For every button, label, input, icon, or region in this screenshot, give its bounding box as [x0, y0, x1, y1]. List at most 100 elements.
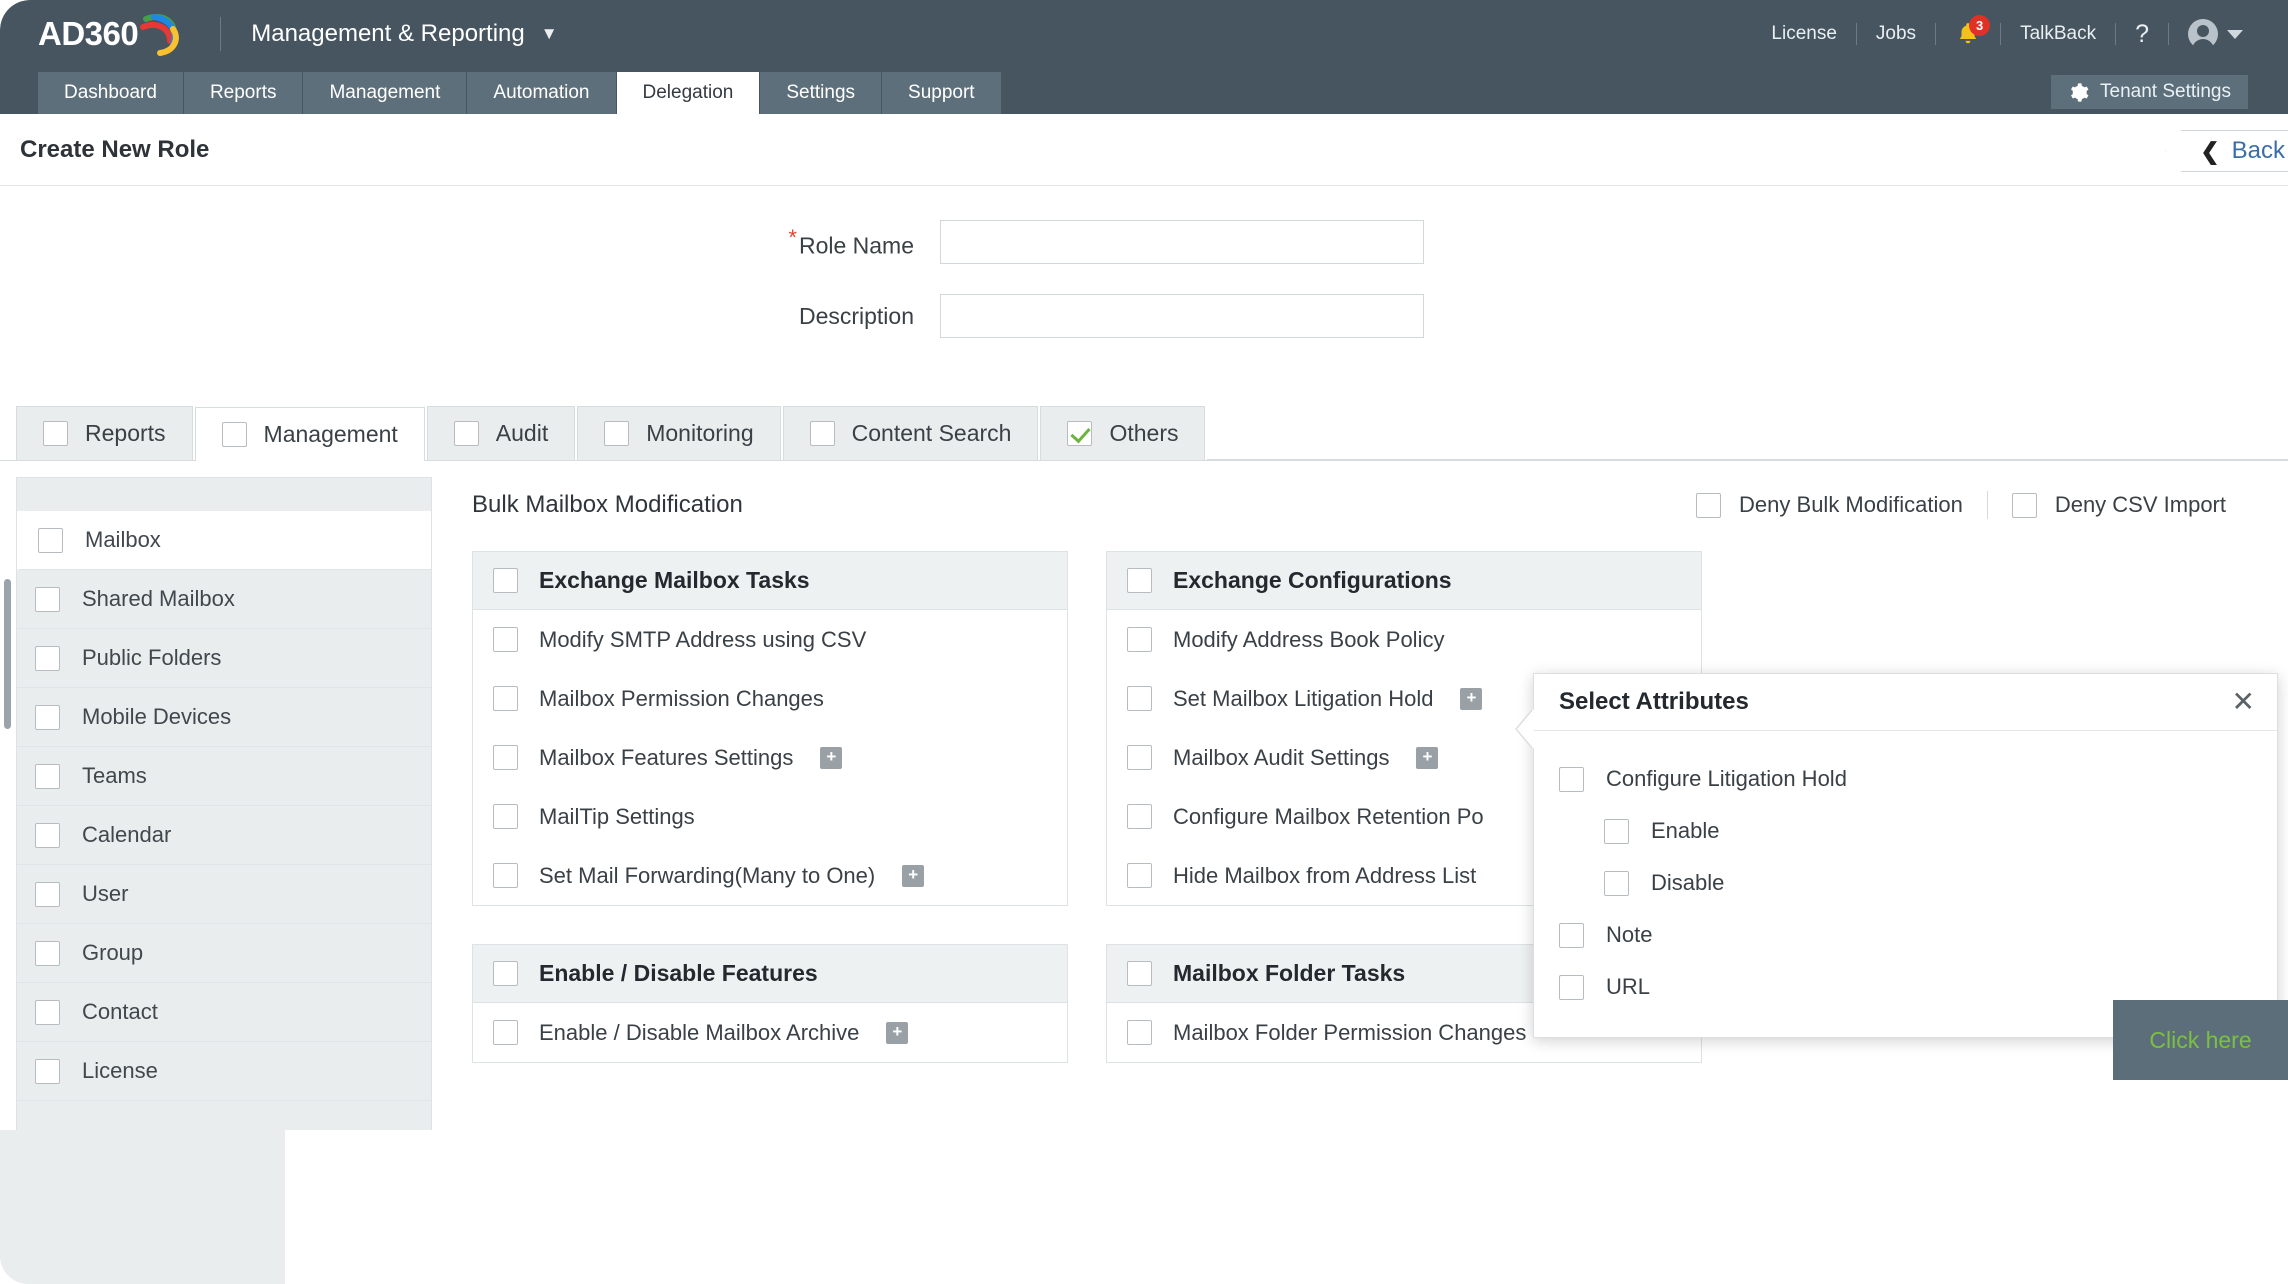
permission-checkbox[interactable]	[493, 804, 518, 829]
nav-tab-support[interactable]: Support	[882, 72, 1002, 114]
permission-checkbox[interactable]	[493, 627, 518, 652]
deny-csv-import-checkbox[interactable]	[2012, 493, 2037, 518]
nav-tab-delegation[interactable]: Delegation	[617, 72, 761, 114]
sidebar-item-partial[interactable]	[17, 1101, 431, 1130]
license-link[interactable]: License	[1752, 23, 1856, 45]
sidebar-item-calendar-checkbox[interactable]	[35, 823, 60, 848]
card-header[interactable]: Exchange Configurations	[1107, 552, 1701, 610]
sidebar-item-mailbox-checkbox[interactable]	[38, 528, 63, 553]
popup-row-enable[interactable]: Enable	[1534, 805, 2277, 857]
permission-row[interactable]: MailTip Settings	[473, 787, 1067, 846]
permission-checkbox[interactable]	[1127, 745, 1152, 770]
card-header[interactable]: Enable / Disable Features	[473, 945, 1067, 1003]
permission-checkbox[interactable]	[1127, 1020, 1152, 1045]
permission-checkbox[interactable]	[493, 863, 518, 888]
card-enable-disable-features-checkbox[interactable]	[493, 961, 518, 986]
attribute-checkbox[interactable]	[1559, 975, 1584, 1000]
permission-checkbox[interactable]	[493, 1020, 518, 1045]
role-name-input[interactable]	[940, 220, 1424, 264]
sidebar-item-shared-mailbox[interactable]: Shared Mailbox	[17, 570, 431, 629]
sidebar-item-mobile-devices[interactable]: Mobile Devices	[17, 688, 431, 747]
sidebar-item-mailbox[interactable]: Mailbox	[17, 511, 431, 570]
talkback-link[interactable]: TalkBack	[2001, 23, 2115, 45]
permission-row[interactable]: Mailbox Features Settings +	[473, 728, 1067, 787]
tab-management[interactable]: Management	[195, 407, 425, 461]
permission-checkbox[interactable]	[1127, 686, 1152, 711]
sidebar-item-license[interactable]: License	[17, 1042, 431, 1101]
description-input[interactable]	[940, 294, 1424, 338]
tab-others-checkbox[interactable]	[1067, 421, 1092, 446]
permission-checkbox[interactable]	[493, 686, 518, 711]
deny-bulk-modification[interactable]: Deny Bulk Modification	[1672, 492, 1987, 518]
attribute-checkbox[interactable]	[1559, 767, 1584, 792]
sidebar-item-teams-checkbox[interactable]	[35, 764, 60, 789]
card-exchange-configurations-checkbox[interactable]	[1127, 568, 1152, 593]
tab-management-checkbox[interactable]	[222, 422, 247, 447]
sidebar-item-calendar[interactable]: Calendar	[17, 806, 431, 865]
tab-content-search-checkbox[interactable]	[810, 421, 835, 446]
sidebar-item-group-checkbox[interactable]	[35, 941, 60, 966]
attribute-checkbox[interactable]	[1604, 871, 1629, 896]
sidebar-item-contact[interactable]: Contact	[17, 983, 431, 1042]
deny-csv-import[interactable]: Deny CSV Import	[1988, 492, 2250, 518]
tab-audit-checkbox[interactable]	[454, 421, 479, 446]
attribute-checkbox[interactable]	[1604, 819, 1629, 844]
deny-bulk-modification-checkbox[interactable]	[1696, 493, 1721, 518]
card-exchange-mailbox-tasks-checkbox[interactable]	[493, 568, 518, 593]
user-menu[interactable]	[2169, 19, 2262, 49]
attribute-checkbox[interactable]	[1559, 923, 1584, 948]
popup-row-configure-litigation-hold[interactable]: Configure Litigation Hold	[1534, 753, 2277, 805]
help-icon[interactable]: ?	[2116, 20, 2168, 49]
expand-plus-icon[interactable]: +	[886, 1022, 908, 1044]
sidebar-item-contact-checkbox[interactable]	[35, 1000, 60, 1025]
tab-content-search[interactable]: Content Search	[783, 406, 1039, 460]
sidebar-item-user[interactable]: User	[17, 865, 431, 924]
tab-audit[interactable]: Audit	[427, 406, 575, 460]
app-selector[interactable]: Management & Reporting ▼	[251, 20, 557, 48]
expand-plus-icon[interactable]: +	[902, 865, 924, 887]
permission-row[interactable]: Modify SMTP Address using CSV	[473, 610, 1067, 669]
expand-plus-icon[interactable]: +	[820, 747, 842, 769]
app-logo[interactable]: AD360	[38, 11, 182, 57]
back-button[interactable]: ❮ Back	[2165, 130, 2288, 172]
nav-tab-automation[interactable]: Automation	[467, 72, 616, 114]
permission-row[interactable]: Mailbox Permission Changes	[473, 669, 1067, 728]
sidebar-scrollbar[interactable]	[4, 579, 11, 729]
popup-row-disable[interactable]: Disable	[1534, 857, 2277, 909]
permission-row[interactable]: Set Mail Forwarding(Many to One) +	[473, 846, 1067, 905]
permission-row[interactable]: Modify Address Book Policy	[1107, 610, 1701, 669]
tab-reports-checkbox[interactable]	[43, 421, 68, 446]
permission-checkbox[interactable]	[1127, 627, 1152, 652]
sidebar-item-mobile-devices-checkbox[interactable]	[35, 705, 60, 730]
card-mailbox-folder-tasks-checkbox[interactable]	[1127, 961, 1152, 986]
nav-tab-reports[interactable]: Reports	[184, 72, 304, 114]
tenant-settings-button[interactable]: Tenant Settings	[2051, 75, 2248, 109]
nav-tab-management[interactable]: Management	[303, 72, 467, 114]
sidebar-item-shared-mailbox-checkbox[interactable]	[35, 587, 60, 612]
sidebar-item-license-checkbox[interactable]	[35, 1059, 60, 1084]
tab-monitoring[interactable]: Monitoring	[577, 406, 780, 460]
sidebar-item-user-checkbox[interactable]	[35, 882, 60, 907]
popup-row-note[interactable]: Note	[1534, 909, 2277, 961]
sidebar-item-public-folders[interactable]: Public Folders	[17, 629, 431, 688]
expand-plus-icon[interactable]: +	[1416, 747, 1438, 769]
tab-reports[interactable]: Reports	[16, 406, 193, 460]
tab-others[interactable]: Others	[1040, 406, 1205, 460]
nav-tab-settings[interactable]: Settings	[760, 72, 882, 114]
expand-plus-icon[interactable]: +	[1460, 688, 1482, 710]
permission-checkbox[interactable]	[1127, 804, 1152, 829]
notifications-button[interactable]: 3	[1936, 21, 2000, 47]
nav-tab-dashboard[interactable]: Dashboard	[38, 72, 184, 114]
permission-checkbox[interactable]	[1127, 863, 1152, 888]
permission-row[interactable]: Enable / Disable Mailbox Archive +	[473, 1003, 1067, 1062]
sidebar-item-group[interactable]: Group	[17, 924, 431, 983]
jobs-link[interactable]: Jobs	[1857, 23, 1935, 45]
permission-checkbox[interactable]	[493, 745, 518, 770]
card-header[interactable]: Exchange Mailbox Tasks	[473, 552, 1067, 610]
tab-monitoring-checkbox[interactable]	[604, 421, 629, 446]
click-here-tooltip[interactable]: Click here	[2113, 1000, 2288, 1080]
close-icon[interactable]: ✕	[2232, 688, 2255, 716]
sidebar-item-public-folders-checkbox[interactable]	[35, 646, 60, 671]
tab-bar-filler	[1207, 407, 2288, 460]
sidebar-item-teams[interactable]: Teams	[17, 747, 431, 806]
